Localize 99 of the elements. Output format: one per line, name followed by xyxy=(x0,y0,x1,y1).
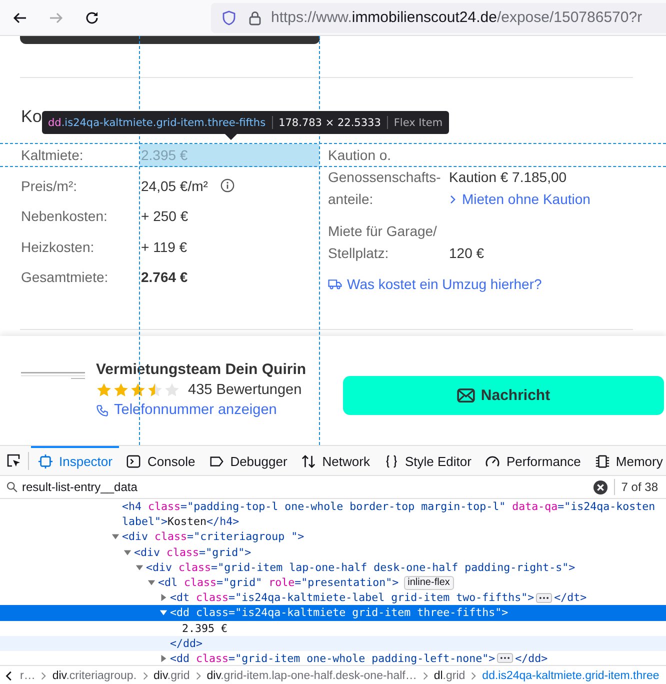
twisty-icon[interactable] xyxy=(159,654,168,663)
selector-text: dd.is24qa-kaltmiete.grid-item.three-fifths xyxy=(48,116,266,128)
chevron-right-icon xyxy=(449,192,457,206)
chip-icon xyxy=(594,454,610,469)
search-icon xyxy=(6,481,18,493)
review-count: 435 Bewertungen xyxy=(188,382,302,398)
markup-text[interactable]: <dd class="is24qa-kaltmiete grid-item three-fifths"> xyxy=(170,606,508,620)
twisty-icon[interactable] xyxy=(159,608,168,618)
cost-label: Preis/m²: xyxy=(21,178,78,194)
devtools-tab[interactable]: Memory xyxy=(588,446,666,475)
cost-label: Miete für Garage/ xyxy=(328,222,438,241)
console-icon xyxy=(126,454,142,469)
address-bar[interactable]: https://www.immobilienscout24.de/expose/150786570?r xyxy=(211,2,666,32)
phone-link[interactable]: Telefonnummer anzeigen xyxy=(96,402,306,418)
url-text: https://www.immobilienscout24.de/expose/150786570?r xyxy=(271,9,642,26)
twisty-icon[interactable] xyxy=(159,593,168,602)
cost-value: 2.764 € xyxy=(141,269,188,286)
breadcrumb[interactable]: div.grid-item.lap-one-half.desk-one-half… xyxy=(206,670,417,682)
cost-label: Heizkosten: xyxy=(21,238,96,255)
search-field[interactable]: result-list-entry__data xyxy=(18,480,594,494)
chevron-right-icon xyxy=(470,670,478,680)
inspector-icon xyxy=(38,454,53,469)
hovered-row[interactable]: </dd> xyxy=(0,636,666,651)
reload-icon[interactable] xyxy=(84,10,100,26)
breadcrumb[interactable]: div.criteriagroup. xyxy=(52,670,137,682)
cost-value: + 119 € xyxy=(141,238,188,255)
markup-text[interactable]: 2.395 € xyxy=(182,622,228,635)
shield-icon[interactable] xyxy=(221,10,237,26)
cost-label: Gesamtmiete: xyxy=(21,269,110,286)
envelope-icon xyxy=(456,388,475,402)
cost-value: 2.395 € xyxy=(141,147,188,164)
company-logo xyxy=(21,370,85,382)
display-badge[interactable]: inline-flex xyxy=(404,576,454,590)
chevron-right-icon xyxy=(40,670,48,680)
chevron-right-icon xyxy=(142,670,149,680)
twisty-icon[interactable] xyxy=(123,548,132,557)
devtools-tab[interactable]: Network xyxy=(294,446,377,475)
ellipsis-icon[interactable] xyxy=(497,653,514,664)
breadcrumb[interactable]: r… xyxy=(20,670,36,682)
info-icon[interactable] xyxy=(220,178,235,194)
cost-label: anteile: xyxy=(328,190,374,209)
cost-label: Kaltmiete: xyxy=(21,147,84,164)
markup-text[interactable]: <div class="grid-item lap-one-half desk-one-half padding-right-s"> xyxy=(146,560,576,574)
star-icon xyxy=(147,382,163,398)
markup-text[interactable]: <h4 class="padding-top-l one-whole border-top margin-top-l" data-qa="is24qa-kosten xyxy=(122,500,656,514)
devtools-tab[interactable]: Style Editor xyxy=(376,446,478,475)
markup-text[interactable]: <dl class="grid" role="presentation"> xyxy=(158,576,399,590)
chevron-right-icon xyxy=(422,670,429,680)
markup-text[interactable]: <dt class="is24qa-kaltmiete-label grid-item two-fifths"> xyxy=(170,591,534,604)
markup-text[interactable]: <div class="criteriagroup "> xyxy=(122,530,304,544)
star-icon xyxy=(130,382,146,398)
layout-type-text: Flex Item xyxy=(394,116,443,128)
size-text: 178.783 × 22.5333 xyxy=(278,116,381,128)
cost-value: Kaution € 7.185,00 xyxy=(449,168,568,187)
agent-name: Vermietungsteam Dein Quirin xyxy=(96,361,306,378)
devtools-tab[interactable]: Console xyxy=(119,446,202,475)
moving-cost-link[interactable]: Was kostet ein Umzug hierher? xyxy=(328,273,542,295)
breadcrumb[interactable]: div.grid xyxy=(154,670,190,682)
cost-value: + 250 € xyxy=(141,208,188,224)
markup-text[interactable]: </dd> xyxy=(515,652,548,665)
markup-text[interactable]: label">Kosten</h4> xyxy=(122,515,240,528)
gauge-icon xyxy=(485,454,500,469)
twisty-icon[interactable] xyxy=(147,578,156,588)
clear-icon[interactable] xyxy=(593,480,608,494)
devtools-tab[interactable]: Inspector xyxy=(31,446,120,475)
devtools-tab[interactable]: Performance xyxy=(478,446,588,475)
star-icon xyxy=(113,382,129,398)
element-picker-icon[interactable] xyxy=(6,452,22,468)
message-button[interactable]: Nachricht xyxy=(343,376,664,414)
result-count: 7 of 38 xyxy=(621,480,658,494)
markup-text[interactable]: <div class="grid"> xyxy=(134,546,252,559)
star-icon xyxy=(164,382,180,398)
braces-icon xyxy=(384,454,399,469)
devtools-tab[interactable]: Debugger xyxy=(202,446,294,475)
chevron-left-icon[interactable] xyxy=(5,670,13,682)
twisty-icon[interactable] xyxy=(111,532,120,542)
debugger-icon xyxy=(209,454,224,469)
selected-row[interactable]: <dd class="is24qa-kaltmiete grid-item three-fifths"> xyxy=(0,605,666,620)
twisty-icon[interactable] xyxy=(135,562,144,572)
truck-icon xyxy=(328,278,342,290)
chevron-right-icon xyxy=(194,670,202,680)
cost-label: Genossenschafts- xyxy=(328,168,442,187)
star-icon xyxy=(96,382,112,398)
markup-text[interactable]: <dd class="grid-item one-whole padding-left-none"> xyxy=(170,652,496,665)
markup-text[interactable]: </dd> xyxy=(170,636,203,650)
deposit-link[interactable]: Mieten ohne Kaution xyxy=(449,188,590,210)
ellipsis-icon[interactable] xyxy=(536,592,552,603)
cost-value: 24,05 €/m² xyxy=(141,178,208,194)
network-icon xyxy=(301,454,316,469)
section-heading: Ko xyxy=(21,106,42,128)
phone-icon xyxy=(96,404,109,416)
cost-label: Nebenkosten: xyxy=(21,208,108,224)
breadcrumb[interactable]: dl.grid xyxy=(434,670,466,682)
markup-text[interactable]: </dt> xyxy=(554,591,587,604)
lock-icon[interactable] xyxy=(247,10,263,26)
breadcrumb[interactable]: dd.is24qa-kaltmiete.grid-item.three xyxy=(482,670,660,682)
cost-label: Kaution o. xyxy=(328,146,392,165)
cost-label: Stellplatz: xyxy=(328,244,390,263)
cost-value: 120 € xyxy=(449,244,484,263)
